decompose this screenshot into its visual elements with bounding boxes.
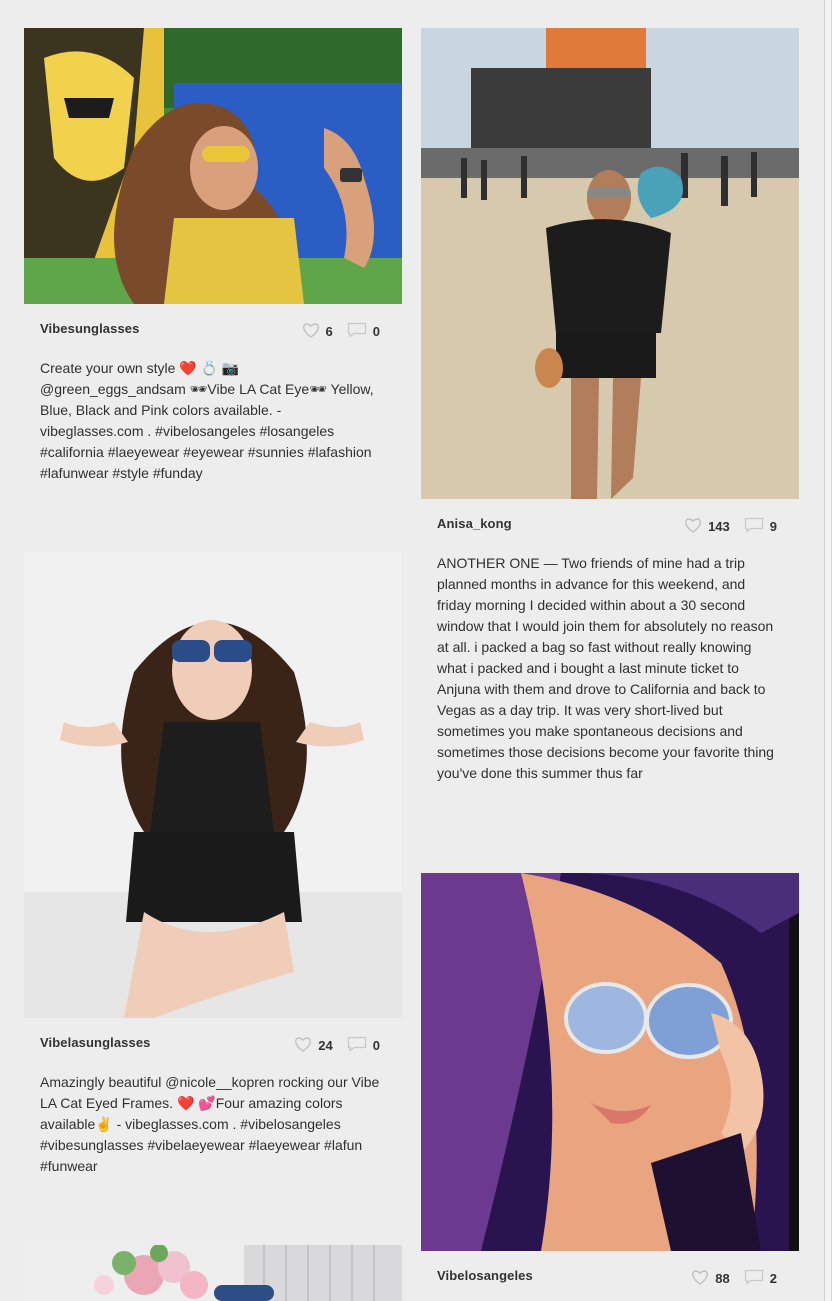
like-count: 24: [318, 1038, 333, 1053]
post-stats: 24 0: [294, 1036, 380, 1055]
post-header: Vibelosangeles 88 2: [421, 1267, 799, 1289]
post-photo[interactable]: [421, 873, 799, 1251]
post-photo[interactable]: [24, 552, 402, 1018]
post-username[interactable]: Vibesunglasses: [40, 321, 139, 336]
post-image: [24, 28, 402, 304]
post-stats: 6 0: [302, 322, 380, 341]
comment-icon[interactable]: [347, 1036, 367, 1055]
like-count: 143: [708, 519, 730, 534]
comment-icon[interactable]: [744, 1269, 764, 1288]
post-card: Vibelasunglasses 24 0 Amazingly beautifu…: [24, 552, 402, 1177]
heart-icon[interactable]: [294, 1036, 312, 1055]
scrollbar[interactable]: [824, 0, 832, 1301]
post-photo[interactable]: [24, 1245, 402, 1301]
heart-icon[interactable]: [302, 322, 320, 341]
post-caption: Create your own style ❤️ 💍 📷 @green_eggs…: [40, 360, 374, 481]
post-caption: Amazingly beautiful @nicole__kopren rock…: [40, 1074, 380, 1174]
comment-count: 2: [769, 1271, 777, 1286]
scrollbar-thumb[interactable]: [824, 0, 831, 1301]
heart-icon[interactable]: [684, 517, 702, 536]
heart-icon[interactable]: [691, 1269, 709, 1288]
post-card: Vibelosangeles 88 2: [421, 873, 799, 1289]
post-image: [421, 873, 799, 1251]
comment-count: 0: [372, 324, 380, 339]
like-count: 6: [325, 324, 333, 339]
post-header: Vibelasunglasses 24 0: [24, 1034, 402, 1056]
post-username[interactable]: Vibelosangeles: [437, 1268, 533, 1283]
post-header: Vibesunglasses 6 0: [24, 320, 402, 342]
post-caption: ANOTHER ONE — Two friends of mine had a …: [437, 555, 774, 781]
comment-count: 9: [769, 519, 777, 534]
post-card: Vibesunglasses 6 0 Create your own style…: [24, 28, 402, 484]
post-stats: 88 2: [691, 1269, 777, 1288]
post-header: Anisa_kong 143 9: [421, 515, 799, 537]
post-card: [24, 1245, 402, 1301]
comment-icon[interactable]: [347, 322, 367, 341]
post-username[interactable]: Anisa_kong: [437, 516, 512, 531]
post-photo[interactable]: [24, 28, 402, 304]
post-image: [24, 552, 402, 1018]
post-username[interactable]: Vibelasunglasses: [40, 1035, 150, 1050]
post-stats: 143 9: [684, 517, 777, 536]
post-photo[interactable]: [421, 28, 799, 499]
comment-count: 0: [372, 1038, 380, 1053]
like-count: 88: [715, 1271, 730, 1286]
post-image: [421, 28, 799, 499]
post-card: Anisa_kong 143 9 ANOTHER ONE — Two frien…: [421, 28, 799, 784]
post-image: [24, 1245, 402, 1301]
comment-icon[interactable]: [744, 517, 764, 536]
